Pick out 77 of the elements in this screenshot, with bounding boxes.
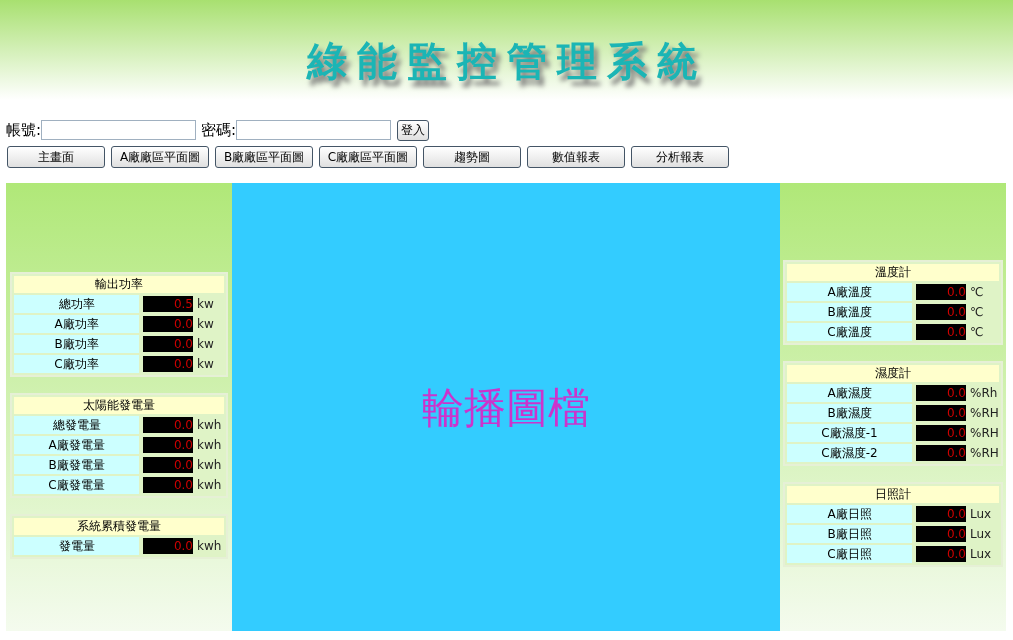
panel-title: 輸出功率: [14, 276, 224, 293]
meter-label: C廠功率: [14, 355, 139, 373]
meter-label: B廠日照: [787, 525, 912, 543]
meter-unit: Lux: [970, 526, 992, 543]
password-field[interactable]: [236, 120, 392, 140]
meter-value: 0.0: [143, 417, 193, 433]
meter-label: B廠功率: [14, 335, 139, 353]
meter-label: B廠發電量: [14, 456, 139, 474]
meter-unit: Lux: [970, 546, 992, 563]
meter-value: 0.0: [916, 324, 966, 340]
meter-value: 0.0: [916, 526, 966, 542]
password-label: 密碼:: [201, 119, 237, 141]
meter-value: 0.0: [916, 405, 966, 421]
meter-value: 0.0: [143, 437, 193, 453]
nav-button[interactable]: 趨勢圖: [423, 146, 521, 168]
nav-button[interactable]: A廠廠區平面圖: [111, 146, 209, 168]
meter-value: 0.0: [143, 336, 193, 352]
meter-value: 0.0: [143, 316, 193, 332]
meter-label: A廠發電量: [14, 436, 139, 454]
meter-value: 0.0: [916, 304, 966, 320]
meter-label: A廠功率: [14, 315, 139, 333]
meter-unit: kw: [197, 336, 214, 353]
meter-label: A廠濕度: [787, 384, 912, 402]
meter-value: 0.0: [916, 425, 966, 441]
slideshow-caption: 輪播圖檔: [422, 381, 590, 434]
panel-title: 日照計: [787, 486, 999, 503]
meter-label: C廠溫度: [787, 323, 912, 341]
meter-value: 0.0: [916, 445, 966, 461]
meter-unit: kw: [197, 296, 214, 313]
meter-unit: kwh: [197, 417, 222, 434]
meter-unit: %RH: [970, 445, 999, 462]
meter-label: B廠濕度: [787, 404, 912, 422]
meter-label: 發電量: [14, 537, 139, 555]
meter-value: 0.5: [143, 296, 193, 312]
nav-button[interactable]: 分析報表: [631, 146, 729, 168]
meter-value: 0.0: [916, 284, 966, 300]
meter-label: A廠日照: [787, 505, 912, 523]
panel-title: 系統累積發電量: [14, 518, 224, 535]
meter-unit: kw: [197, 356, 214, 373]
meter-label: A廠溫度: [787, 283, 912, 301]
meter-unit: kwh: [197, 477, 222, 494]
meter-unit: kw: [197, 316, 214, 333]
meter-label: C廠發電量: [14, 476, 139, 494]
meter-unit: %RH: [970, 425, 999, 442]
login-button[interactable]: 登入: [397, 119, 430, 141]
meter-unit: ℃: [970, 284, 984, 301]
account-label: 帳號:: [6, 119, 42, 141]
meter-label: B廠溫度: [787, 303, 912, 321]
panel-title: 濕度計: [787, 365, 999, 382]
meter-unit: kwh: [197, 457, 222, 474]
meter-value: 0.0: [916, 546, 966, 562]
nav-button[interactable]: 數值報表: [527, 146, 625, 168]
meter-value: 0.0: [143, 457, 193, 473]
account-field[interactable]: [41, 120, 197, 140]
meter-value: 0.0: [916, 385, 966, 401]
panel-title: 溫度計: [787, 264, 999, 281]
meter-label: C廠濕度-1: [787, 424, 912, 442]
meter-unit: ℃: [970, 304, 984, 321]
meter-label: C廠日照: [787, 545, 912, 563]
meter-unit: %RH: [970, 405, 999, 422]
meter-label: 總功率: [14, 295, 139, 313]
app-title: 綠能監控管理系統: [306, 36, 707, 86]
meter-value: 0.0: [143, 477, 193, 493]
meter-unit: %Rh: [970, 385, 998, 402]
nav-button[interactable]: B廠廠區平面圖: [215, 146, 313, 168]
meter-label: C廠濕度-2: [787, 444, 912, 462]
meter-unit: ℃: [970, 324, 984, 341]
meter-unit: Lux: [970, 506, 992, 523]
meter-unit: kwh: [197, 538, 222, 555]
meter-value: 0.0: [143, 356, 193, 372]
meter-value: 0.0: [916, 506, 966, 522]
meter-label: 總發電量: [14, 416, 139, 434]
nav-button[interactable]: C廠廠區平面圖: [319, 146, 417, 168]
nav-button[interactable]: 主畫面: [7, 146, 105, 168]
meter-unit: kwh: [197, 437, 222, 454]
meter-value: 0.0: [143, 538, 193, 554]
panel-title: 太陽能發電量: [14, 397, 224, 414]
